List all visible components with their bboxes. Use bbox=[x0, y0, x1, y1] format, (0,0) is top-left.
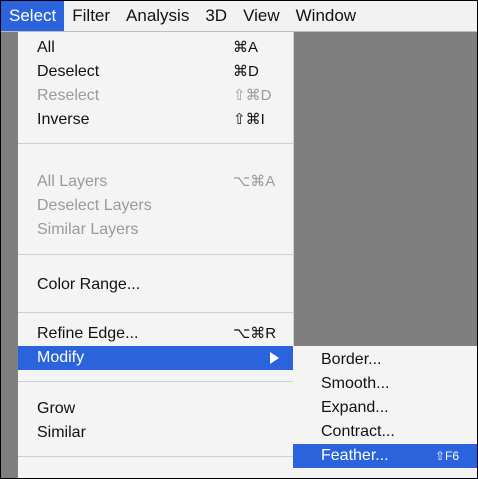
menu-filter[interactable]: Filter bbox=[64, 1, 118, 31]
menu-item-label: Inverse bbox=[37, 111, 90, 128]
menu-item-label: Reselect bbox=[37, 87, 100, 104]
menu-item-label: Similar bbox=[37, 424, 86, 441]
menu-item-label: Deselect Layers bbox=[37, 197, 152, 214]
submenu-arrow-icon bbox=[270, 352, 279, 364]
menu-item-label: All bbox=[37, 39, 55, 56]
submenu-item-expand[interactable]: Expand... bbox=[293, 396, 477, 420]
menu-item-refine-edge[interactable]: Refine Edge... ⌥⌘R bbox=[18, 322, 293, 346]
menu-separator bbox=[18, 381, 293, 382]
submenu-item-feather[interactable]: Feather... ⇧F6 bbox=[293, 444, 477, 468]
submenu-item-label: Smooth... bbox=[321, 375, 390, 392]
submenu-item-border[interactable]: Border... bbox=[293, 348, 477, 372]
menu-item-modify[interactable]: Modify bbox=[18, 346, 293, 370]
menu-separator bbox=[18, 456, 293, 457]
menu-view[interactable]: View bbox=[235, 1, 288, 31]
submenu-item-smooth[interactable]: Smooth... bbox=[293, 372, 477, 396]
app-window: Select Filter Analysis 3D View Window Al… bbox=[0, 0, 478, 479]
menu-item-label: Grow bbox=[37, 400, 76, 417]
menu-analysis[interactable]: Analysis bbox=[118, 1, 197, 31]
menu-item-inverse[interactable]: Inverse ⇧⌘I bbox=[18, 108, 293, 132]
modify-submenu: Border... Smooth... Expand... Contract..… bbox=[293, 346, 477, 478]
submenu-item-label: Contract... bbox=[321, 423, 395, 440]
menu-separator bbox=[18, 312, 293, 313]
menu-item-reselect: Reselect ⇧⌘D bbox=[18, 84, 293, 108]
menu-item-grow[interactable]: Grow bbox=[18, 397, 293, 421]
submenu-item-label: Feather... bbox=[321, 447, 389, 464]
menu-item-shortcut: ⌥⌘A bbox=[233, 173, 276, 190]
menu-bar: Select Filter Analysis 3D View Window bbox=[1, 1, 477, 32]
submenu-item-contract[interactable]: Contract... bbox=[293, 420, 477, 444]
menu-separator bbox=[18, 254, 293, 255]
menu-item-label: Similar Layers bbox=[37, 221, 139, 238]
menu-item-deselect-layers: Deselect Layers bbox=[18, 194, 293, 218]
submenu-item-label: Expand... bbox=[321, 399, 389, 416]
menu-item-label: Modify bbox=[37, 349, 85, 366]
menu-item-shortcut: ⌥⌘R bbox=[233, 325, 277, 342]
menu-select[interactable]: Select bbox=[1, 1, 65, 31]
menu-item-similar[interactable]: Similar bbox=[18, 421, 293, 445]
menu-item-label: Deselect bbox=[37, 63, 100, 80]
menu-3d[interactable]: 3D bbox=[197, 1, 235, 31]
menu-item-all[interactable]: All ⌘A bbox=[18, 36, 293, 60]
menu-item-shortcut: ⌘D bbox=[233, 63, 259, 80]
submenu-item-shortcut: ⇧F6 bbox=[435, 449, 460, 463]
menu-item-shortcut: ⇧⌘I bbox=[233, 111, 265, 128]
menu-item-similar-layers: Similar Layers bbox=[18, 218, 293, 242]
submenu-item-label: Border... bbox=[321, 351, 382, 368]
menu-item-shortcut: ⌘A bbox=[233, 39, 259, 56]
select-dropdown-menu: All ⌘A Deselect ⌘D Reselect ⇧⌘D Inverse … bbox=[18, 32, 293, 478]
menu-separator bbox=[18, 143, 293, 144]
menu-item-color-range[interactable]: Color Range... bbox=[18, 273, 293, 297]
menu-item-label: All Layers bbox=[37, 173, 108, 190]
menu-item-label: Color Range... bbox=[37, 276, 141, 293]
menu-window[interactable]: Window bbox=[288, 1, 364, 31]
menu-item-all-layers: All Layers ⌥⌘A bbox=[18, 170, 293, 194]
menu-item-deselect[interactable]: Deselect ⌘D bbox=[18, 60, 293, 84]
menu-item-shortcut: ⇧⌘D bbox=[233, 87, 272, 104]
menu-item-label: Refine Edge... bbox=[37, 325, 139, 342]
